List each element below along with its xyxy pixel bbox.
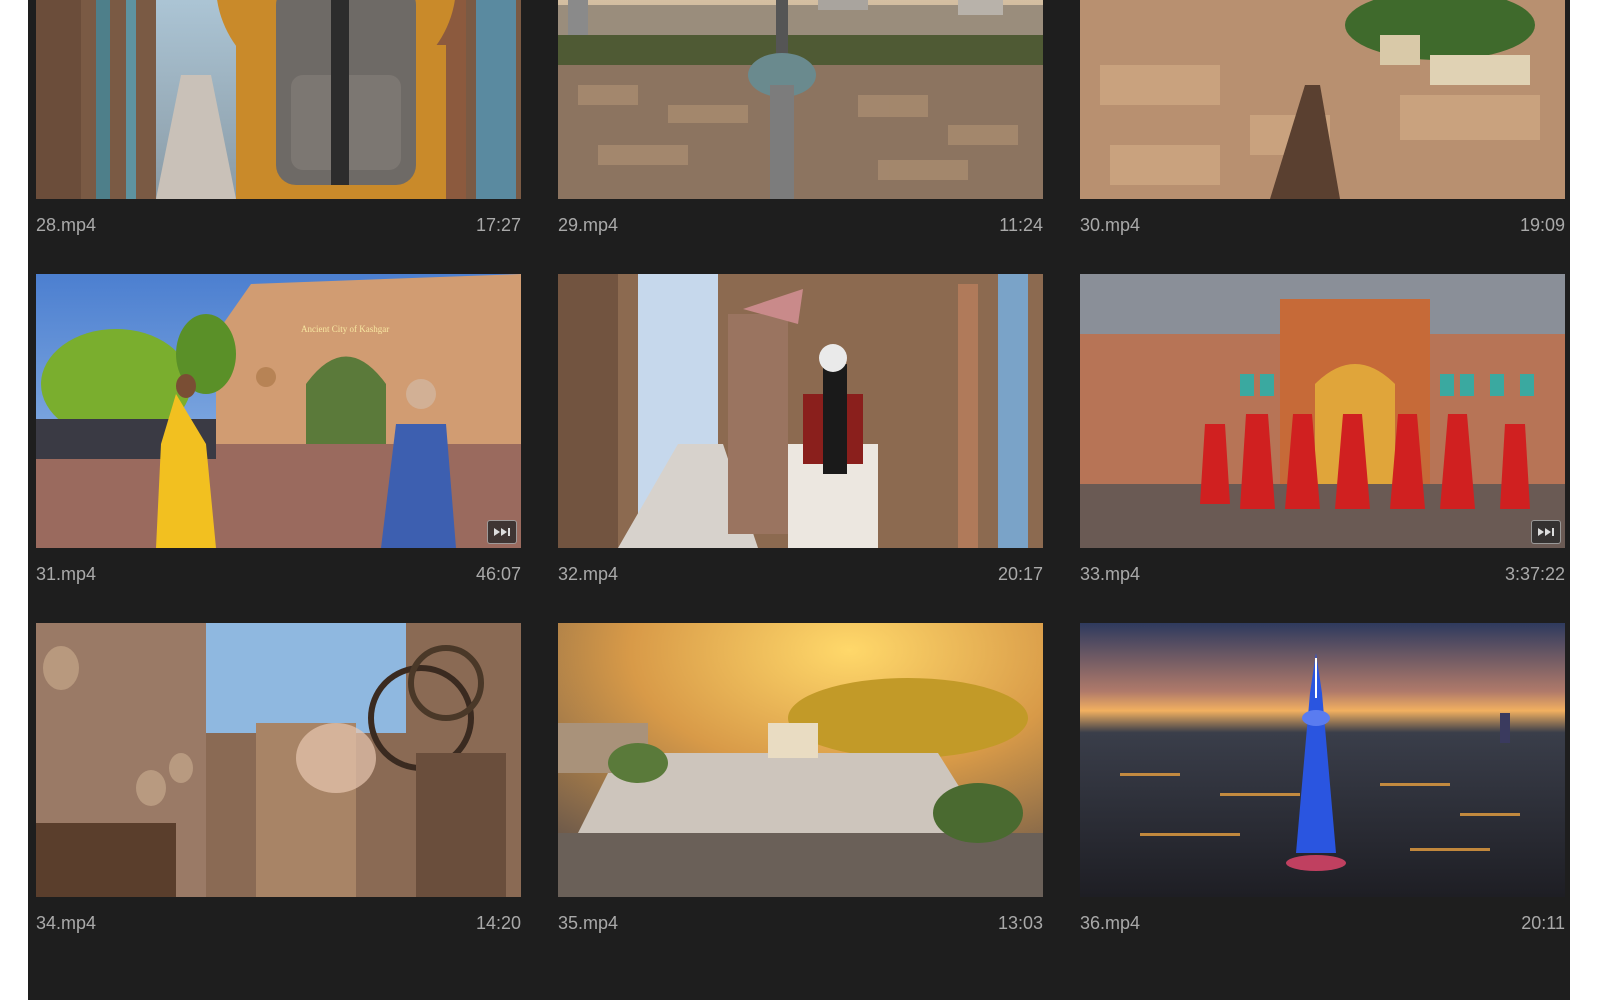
clip-meta: 35.mp4 13:03 [558,913,1043,937]
clip-filename: 28.mp4 [36,215,97,235]
clip-thumbnail[interactable] [36,0,521,199]
clip-card[interactable]: 33.mp4 3:37:22 [1080,274,1565,623]
palace-performance-thumbnail-image [1080,274,1565,548]
clip-filename: 33.mp4 [1080,564,1141,584]
clip-filename: 31.mp4 [36,564,97,584]
clip-duration: 13:03 [997,913,1043,933]
clip-card[interactable]: 35.mp4 13:03 [558,623,1043,972]
clip-card[interactable]: 28.mp4 17:27 [36,0,521,274]
city-gate-dancers-thumbnail-image: Ancient City of Kashgar [36,274,521,548]
clip-card[interactable]: Ancient City of Kashgar 31.mp4 46:07 [36,274,521,623]
clip-card[interactable]: 32.mp4 20:17 [558,274,1043,623]
carved-street-wheels-thumbnail-image [36,623,521,897]
clip-filename: 29.mp4 [558,215,619,235]
media-browser-panel: 28.mp4 17:27 29.mp4 11:24 30.mp4 19:09 A… [28,0,1570,1000]
clip-grid: 28.mp4 17:27 29.mp4 11:24 30.mp4 19:09 A… [36,0,1565,972]
clip-thumbnail[interactable] [558,274,1043,548]
clip-filename: 35.mp4 [558,913,619,933]
clip-duration: 46:07 [475,564,521,584]
clip-filename: 34.mp4 [36,913,97,933]
clip-duration: 19:09 [1519,215,1565,235]
clip-meta: 29.mp4 11:24 [558,215,1043,239]
clip-thumbnail[interactable] [36,623,521,897]
clip-card[interactable]: 29.mp4 11:24 [558,0,1043,274]
clip-meta: 30.mp4 19:09 [1080,215,1565,239]
clip-card[interactable]: 30.mp4 19:09 [1080,0,1565,274]
clip-filename: 36.mp4 [1080,913,1141,933]
clip-meta: 36.mp4 20:11 [1080,913,1565,937]
clip-meta: 34.mp4 14:20 [36,913,521,937]
gate-sign-text: Ancient City of Kashgar [301,324,389,334]
clip-duration: 3:37:22 [1504,564,1565,584]
clip-thumbnail[interactable] [1080,623,1565,897]
clip-meta: 33.mp4 3:37:22 [1080,564,1565,588]
multi-clip-badge-icon [1531,520,1561,544]
clip-filename: 30.mp4 [1080,215,1141,235]
multi-clip-badge-icon [487,520,517,544]
clip-meta: 28.mp4 17:27 [36,215,521,239]
clip-thumbnail[interactable] [558,623,1043,897]
clip-duration: 17:27 [475,215,521,235]
golden-square-aerial-thumbnail-image [558,623,1043,897]
clip-thumbnail[interactable] [1080,274,1565,548]
clip-duration: 20:11 [1521,913,1565,933]
clip-thumbnail[interactable] [558,0,1043,199]
clip-thumbnail[interactable]: Ancient City of Kashgar [36,274,521,548]
old-town-aerial-thumbnail-image [1080,0,1565,199]
clip-duration: 11:24 [999,215,1043,235]
clip-meta: 32.mp4 20:17 [558,564,1043,588]
clip-duration: 20:17 [997,564,1043,584]
clip-duration: 14:20 [475,913,521,933]
city-tower-aerial-thumbnail-image [558,0,1043,199]
clip-meta: 31.mp4 46:07 [36,564,521,588]
alley-backpacker-thumbnail-image [36,0,521,199]
alley-woman-dress-thumbnail-image [558,274,1043,548]
night-tower-blue-thumbnail-image [1080,623,1565,897]
clip-filename: 32.mp4 [558,564,619,584]
clip-card[interactable]: 36.mp4 20:11 [1080,623,1565,972]
clip-card[interactable]: 34.mp4 14:20 [36,623,521,972]
clip-thumbnail[interactable] [1080,0,1565,199]
